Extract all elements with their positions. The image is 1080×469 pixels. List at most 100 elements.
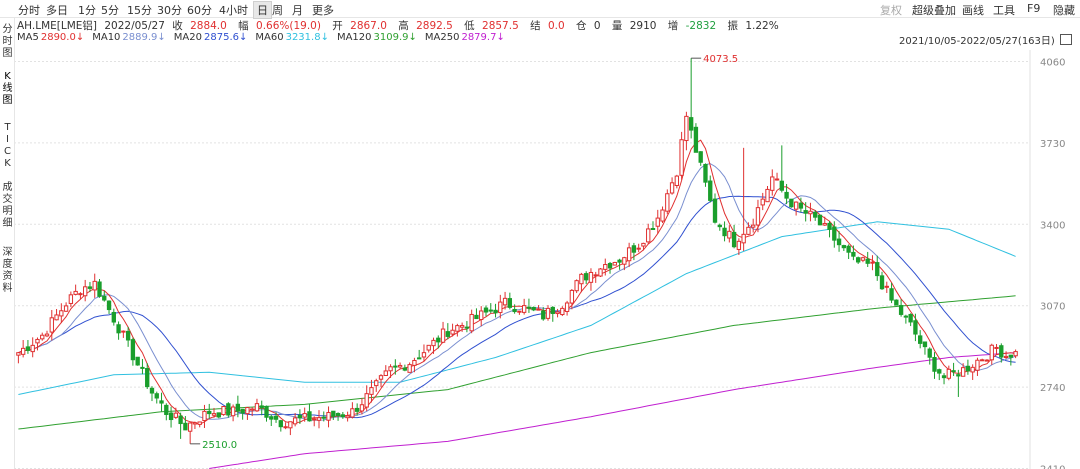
candle-body-51: [259, 405, 264, 409]
ma5-line: [18, 139, 1016, 425]
candle-body-118: [579, 273, 584, 285]
tool-button-1[interactable]: 超级叠加: [912, 2, 956, 18]
period-tab-9[interactable]: 周: [272, 2, 283, 18]
candle-body-102: [502, 297, 508, 306]
candle-body-95: [469, 313, 474, 332]
candle-body-201: [975, 359, 980, 371]
candle-body-46: [235, 403, 241, 412]
period-tab-10[interactable]: 月: [292, 2, 303, 18]
calendar-icon[interactable]: [1060, 34, 1072, 45]
candle-body-23: [125, 330, 131, 341]
period-toolbar: 分时 多日 1分 5分 15分 30分 60分 4小时日周月更多 复权 超级叠加 画线 工具 F9 隐藏: [0, 0, 1080, 19]
candle-body-80: [397, 364, 403, 368]
candle-body-69: [345, 415, 350, 419]
candle-body-42: [216, 412, 221, 418]
candle-body-149: [727, 230, 732, 239]
candle-body-71: [354, 407, 360, 412]
candle-body-2: [25, 346, 31, 351]
candle-body-90: [445, 331, 450, 337]
candle-body-202: [980, 359, 985, 362]
candle-body-12: [73, 290, 78, 295]
candle-body-54: [273, 415, 279, 420]
symbol-label: AH.LME[LME铝]: [17, 20, 98, 32]
candle-body-99: [488, 309, 493, 312]
ma250-line: [209, 352, 1016, 469]
candle-body-79: [393, 365, 398, 368]
candle-body-175: [851, 251, 856, 257]
increase-label: 增 -2832: [667, 20, 717, 32]
candle-body-105: [517, 310, 522, 313]
side-tab-3[interactable]: 成交明细: [2, 182, 13, 230]
date-range[interactable]: 2021/10/05-2022/05/27(163日): [899, 32, 1072, 47]
candle-body-73: [364, 393, 369, 408]
candle-body-62: [312, 418, 317, 421]
candle-body-10: [63, 305, 69, 312]
y-tick-label-0: 4060: [1040, 58, 1065, 69]
tool-button-4[interactable]: F9: [1027, 2, 1040, 15]
candle-body-74: [369, 387, 374, 395]
candle-body-81: [402, 367, 408, 371]
candle-body-124: [607, 262, 613, 269]
amplitude-label: 振 1.22%: [727, 20, 779, 32]
period-tab-1[interactable]: 多日: [46, 2, 68, 18]
period-tab-6[interactable]: 60分: [187, 2, 212, 18]
candle-body-119: [584, 273, 589, 281]
tool-button-2[interactable]: 画线: [962, 2, 984, 18]
candle-body-56: [283, 426, 288, 429]
tool-button-3[interactable]: 工具: [993, 2, 1015, 18]
candle-body-110: [541, 310, 546, 320]
candle-body-148: [722, 227, 727, 237]
side-tab-2[interactable]: TICK: [2, 122, 13, 170]
candle-body-195: [946, 368, 951, 379]
candle-body-72: [359, 404, 365, 412]
candle-body-162: [789, 198, 794, 208]
candle-body-89: [440, 328, 446, 343]
period-tab-2[interactable]: 1分: [78, 2, 96, 18]
candle-body-13: [78, 293, 83, 296]
period-tab-4[interactable]: 15分: [127, 2, 152, 18]
candle-body-84: [417, 357, 422, 360]
side-tab-0[interactable]: 分时图: [2, 24, 13, 60]
period-tab-7[interactable]: 4小时: [219, 2, 248, 18]
candle-body-154: [751, 224, 756, 228]
candle-body-31: [164, 404, 169, 415]
candle-body-45: [230, 406, 236, 417]
candle-body-127: [622, 257, 627, 265]
candle-body-87: [431, 339, 436, 347]
candle-body-125: [612, 261, 617, 266]
period-tab-8[interactable]: 日: [253, 1, 272, 19]
y-tick-label-1: 3730: [1040, 139, 1065, 150]
ma-legend-item-1: MA10 2889.9↓: [92, 32, 166, 43]
period-tab-11[interactable]: 更多: [312, 2, 334, 18]
candle-body-57: [288, 421, 293, 429]
candle-body-147: [717, 224, 722, 228]
candle-body-78: [388, 366, 393, 372]
period-tab-5[interactable]: 30分: [157, 2, 182, 18]
period-tab-3[interactable]: 5分: [101, 2, 119, 18]
candle-body-178: [865, 258, 870, 264]
side-tab-1[interactable]: K线图: [2, 71, 13, 107]
tool-button-5[interactable]: 隐藏: [1053, 2, 1075, 18]
candle-body-180: [875, 262, 880, 277]
period-tab-0[interactable]: 分时: [18, 2, 40, 18]
y-tick-label-4: 2740: [1040, 383, 1065, 394]
candle-body-192: [932, 357, 937, 372]
candle-body-189: [918, 335, 923, 344]
tool-button-0[interactable]: 复权: [880, 2, 902, 18]
candle-body-193: [937, 369, 942, 374]
candle-body-37: [192, 422, 198, 425]
candle-body-27: [145, 367, 150, 388]
candle-body-204: [989, 344, 994, 361]
candle-body-186: [903, 315, 909, 318]
chart-area[interactable]: 4060 3730 3400 3070 2740 2410 4073.5 2510.0: [0, 0, 1080, 469]
candle-body-36: [187, 422, 193, 432]
candle-body-44: [226, 403, 231, 416]
side-tab-4[interactable]: 深度资料: [2, 247, 13, 295]
candle-body-206: [999, 345, 1004, 358]
candle-body-182: [884, 285, 889, 288]
candle-body-25: [135, 356, 140, 366]
candle-body-65: [326, 412, 331, 421]
candle-body-17: [97, 281, 102, 297]
candle-body-174: [846, 245, 851, 253]
ma-legend: MA5 2890.0↓ MA10 2889.9↓ MA20 2875.6↓ MA60 3231…: [17, 32, 513, 46]
